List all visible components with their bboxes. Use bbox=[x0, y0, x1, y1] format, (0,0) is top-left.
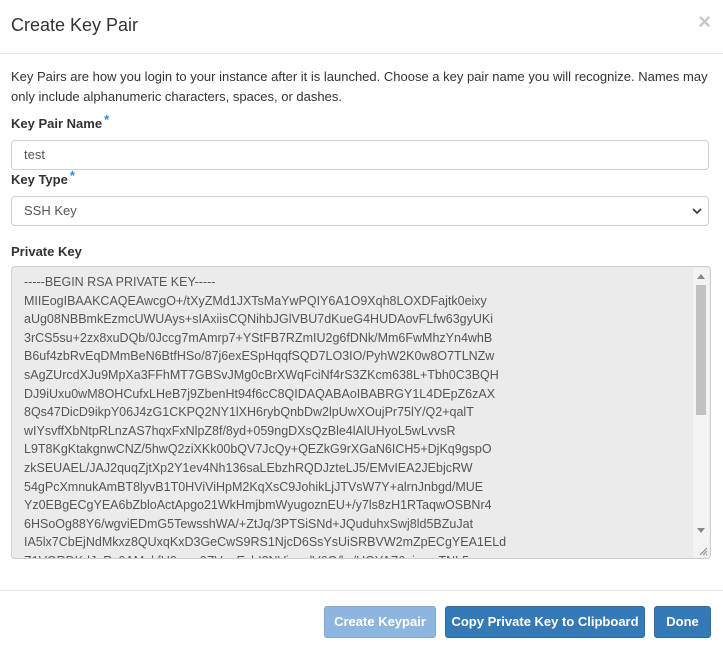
key-type-select[interactable]: SSH Key bbox=[11, 196, 709, 226]
done-button[interactable]: Done bbox=[654, 606, 711, 638]
required-marker: * bbox=[69, 168, 75, 183]
chevron-down-icon bbox=[692, 208, 702, 215]
scrollbar-thumb[interactable] bbox=[696, 285, 706, 415]
dialog-header: Create Key Pair × bbox=[0, 0, 723, 54]
key-pair-name-label: Key Pair Name * bbox=[11, 112, 109, 131]
private-key-label: Private Key bbox=[11, 244, 82, 259]
copy-private-key-button[interactable]: Copy Private Key to Clipboard bbox=[445, 606, 645, 638]
create-key-pair-dialog: Create Key Pair × Key Pairs are how you … bbox=[0, 0, 723, 649]
resize-handle-icon[interactable] bbox=[698, 546, 708, 556]
scroll-down-arrow-icon[interactable] bbox=[697, 528, 705, 533]
dialog-title: Create Key Pair bbox=[11, 15, 139, 35]
dialog-footer: Create Keypair Copy Private Key to Clipb… bbox=[0, 590, 723, 650]
scroll-up-arrow-icon[interactable] bbox=[697, 274, 705, 279]
key-type-selected-value: SSH Key bbox=[24, 203, 77, 218]
key-pair-name-value: test bbox=[24, 147, 45, 162]
private-key-scrollbar[interactable] bbox=[693, 268, 709, 557]
dialog-description: Key Pairs are how you login to your inst… bbox=[11, 69, 708, 104]
private-key-text: -----BEGIN RSA PRIVATE KEY----- MIIEogIB… bbox=[24, 275, 507, 558]
create-keypair-button[interactable]: Create Keypair bbox=[324, 606, 436, 638]
key-type-label: Key Type * bbox=[11, 168, 75, 187]
key-pair-name-input[interactable]: test bbox=[11, 140, 709, 170]
close-icon[interactable]: × bbox=[698, 11, 711, 33]
key-type-label-text: Key Type bbox=[11, 172, 68, 187]
private-key-textarea[interactable]: -----BEGIN RSA PRIVATE KEY----- MIIEogIB… bbox=[11, 266, 711, 559]
key-pair-name-label-text: Key Pair Name bbox=[11, 116, 103, 131]
required-marker: * bbox=[104, 112, 110, 127]
